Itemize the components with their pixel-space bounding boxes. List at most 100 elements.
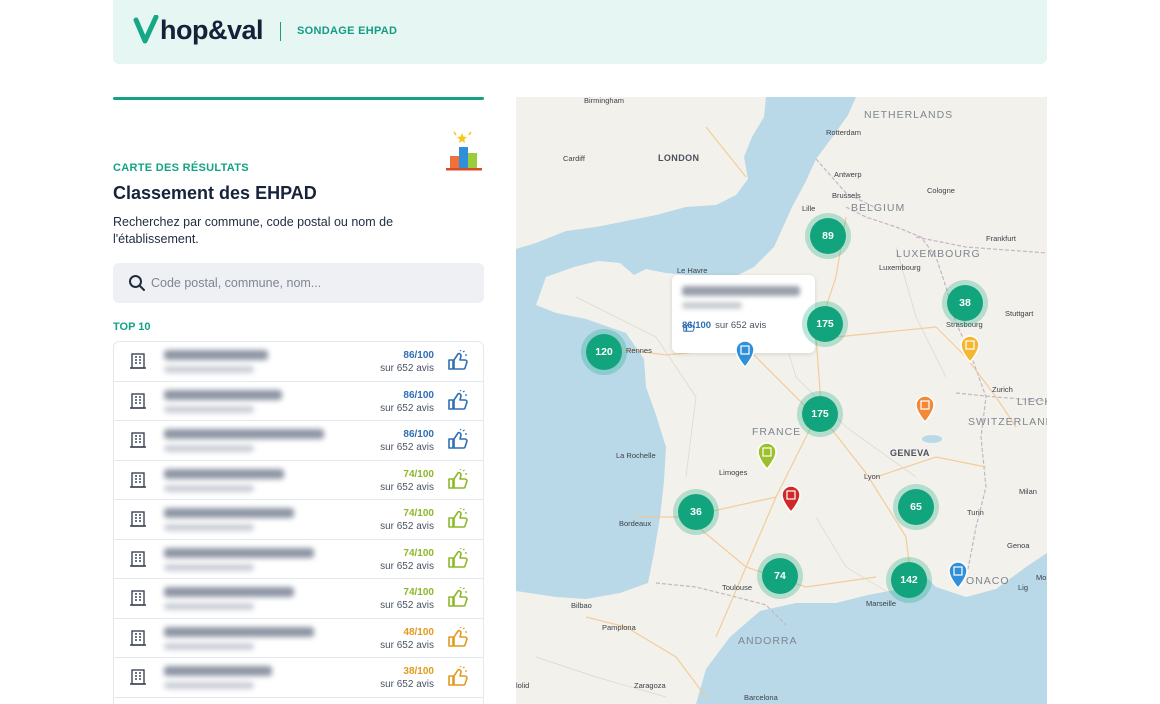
- building-icon: [130, 471, 146, 488]
- thumbs-up-icon: [448, 468, 468, 489]
- city-label: Frankfurt: [986, 234, 1017, 243]
- score-value: 86/100: [403, 350, 434, 361]
- table-row[interactable]: 86/100 sur 652 avis: [114, 342, 483, 382]
- map-cluster[interactable]: 89: [805, 213, 851, 259]
- map-cluster[interactable]: 38: [942, 280, 988, 326]
- map-cluster[interactable]: 36: [673, 489, 719, 535]
- score-value: 74/100: [403, 547, 434, 559]
- map-cluster[interactable]: 65: [893, 484, 939, 530]
- search-bar[interactable]: [113, 263, 484, 303]
- city-label: Genoa: [1007, 541, 1030, 550]
- map-cluster[interactable]: 142: [886, 557, 932, 603]
- building-icon: [130, 590, 146, 606]
- city-label: Birmingham: [584, 97, 625, 105]
- city-label: Stuttgart: [1005, 309, 1034, 318]
- establishment-name: [164, 508, 324, 531]
- popup-establishment-name: [682, 286, 800, 296]
- section-title: Classement des EHPAD: [113, 183, 317, 203]
- blue-location-pin-icon[interactable]: [734, 340, 756, 368]
- building-icon: [130, 392, 146, 409]
- map-cluster[interactable]: 120: [581, 329, 627, 375]
- review-count: sur 652 avis: [380, 639, 434, 651]
- orange-location-pin-icon[interactable]: [914, 395, 936, 423]
- review-count: sur 652 avis: [380, 363, 434, 374]
- map-basemap: [516, 97, 1047, 704]
- blue-location-pin-icon[interactable]: [947, 561, 969, 589]
- city-label: Turin: [967, 508, 984, 517]
- city-label: Lille: [802, 204, 816, 213]
- country-label-netherlands: NETHERLANDS: [864, 109, 954, 121]
- city-label: Luxembourg: [879, 263, 921, 272]
- score-value: 38/100: [403, 666, 434, 677]
- table-row[interactable]: 74/100 sur 652 avis: [114, 500, 483, 540]
- table-row[interactable]: 74/100 sur 652 avis: [114, 579, 483, 619]
- cluster-count: 74: [762, 558, 798, 594]
- ranking-list: 86/100 sur 652 avis 86/100 sur 652 avis 86/1…: [113, 341, 484, 704]
- ranking-podium-icon: [446, 131, 482, 171]
- score-value: 86/100: [403, 429, 434, 440]
- city-label: Zaragoza: [634, 681, 666, 690]
- city-label: Limoges: [719, 468, 748, 477]
- city-label: Lig: [1018, 583, 1029, 592]
- country-label-monaco: ONACO: [966, 575, 1010, 587]
- section-description: Recherchez par commune, code postal ou n…: [113, 215, 394, 246]
- yellow-location-pin-icon[interactable]: [959, 335, 981, 363]
- city-label: Cologne: [927, 186, 955, 195]
- city-label: Bordeaux: [619, 519, 652, 528]
- thumbs-up-icon: [448, 508, 468, 528]
- results-panel: CARTE DES RÉSULTATS Classement des EHPAD…: [113, 97, 484, 704]
- search-icon: [129, 275, 145, 291]
- city-label: Brussels: [832, 191, 861, 200]
- establishment-name: [164, 547, 324, 571]
- establishment-name: [164, 429, 324, 452]
- table-row[interactable]: 86/100 sur 652 avis: [114, 421, 483, 461]
- city-label: LONDON: [658, 153, 700, 163]
- table-row[interactable]: 74/100 sur 652 avis: [114, 540, 483, 579]
- table-row[interactable]: 74/100 sur 652 avis: [114, 461, 483, 500]
- score-value: 74/100: [403, 508, 434, 519]
- table-row[interactable]: 38/100 sur 652 avis: [114, 658, 483, 698]
- accent-bar: [113, 97, 484, 100]
- city-label: Antwerp: [834, 170, 862, 179]
- city-label: Milan: [1019, 487, 1037, 496]
- review-count: sur 652 avis: [380, 560, 434, 572]
- brand-logo[interactable]: hop&val: [133, 12, 264, 48]
- building-icon: [130, 432, 146, 448]
- table-row[interactable]: 86/100 sur 652 avis: [114, 382, 483, 421]
- country-label-andorra: ANDORRA: [738, 635, 798, 647]
- cluster-count: 175: [807, 306, 843, 342]
- map-cluster[interactable]: 74: [757, 553, 803, 599]
- establishment-name: [164, 587, 324, 610]
- city-label: Zurich: [992, 385, 1013, 394]
- cluster-count: 36: [678, 494, 714, 530]
- brand-name: hop&val: [160, 14, 264, 45]
- results-map[interactable]: NETHERLANDS BELGIUM LUXEMBOURG FRANCE SW…: [516, 97, 1047, 704]
- red-location-pin-icon[interactable]: [780, 485, 802, 513]
- building-icon: [130, 353, 146, 369]
- map-cluster[interactable]: 175: [797, 391, 843, 437]
- section-kicker: CARTE DES RÉSULTATS: [113, 162, 249, 174]
- green-location-pin-icon[interactable]: [756, 442, 778, 470]
- establishment-name: [164, 626, 324, 650]
- establishment-name: [164, 350, 324, 373]
- search-input[interactable]: [151, 263, 471, 303]
- cluster-count: 38: [947, 285, 983, 321]
- thumbs-up-icon: [448, 429, 468, 449]
- table-row[interactable]: 48/100 sur 652 avis: [114, 619, 483, 658]
- review-count: sur 652 avis: [380, 442, 434, 453]
- thumbs-up-icon: [448, 350, 468, 370]
- country-label-luxembourg: LUXEMBOURG: [896, 248, 981, 260]
- map-cluster[interactable]: 175: [802, 301, 848, 347]
- popup-establishment-location: [682, 302, 742, 309]
- city-label: La Rochelle: [616, 451, 656, 460]
- country-label-belgium: BELGIUM: [851, 202, 906, 214]
- thumbs-up-icon: [448, 389, 468, 410]
- cluster-count: 142: [891, 562, 927, 598]
- city-label: Marseille: [866, 599, 897, 608]
- country-label-liechtenstein: LIECH: [1017, 396, 1047, 408]
- cluster-count: 175: [802, 396, 838, 432]
- establishment-name: [164, 468, 324, 492]
- cluster-count: 65: [898, 489, 934, 525]
- city-label: Le Havre: [677, 266, 708, 275]
- city-label: Lyon: [864, 472, 880, 481]
